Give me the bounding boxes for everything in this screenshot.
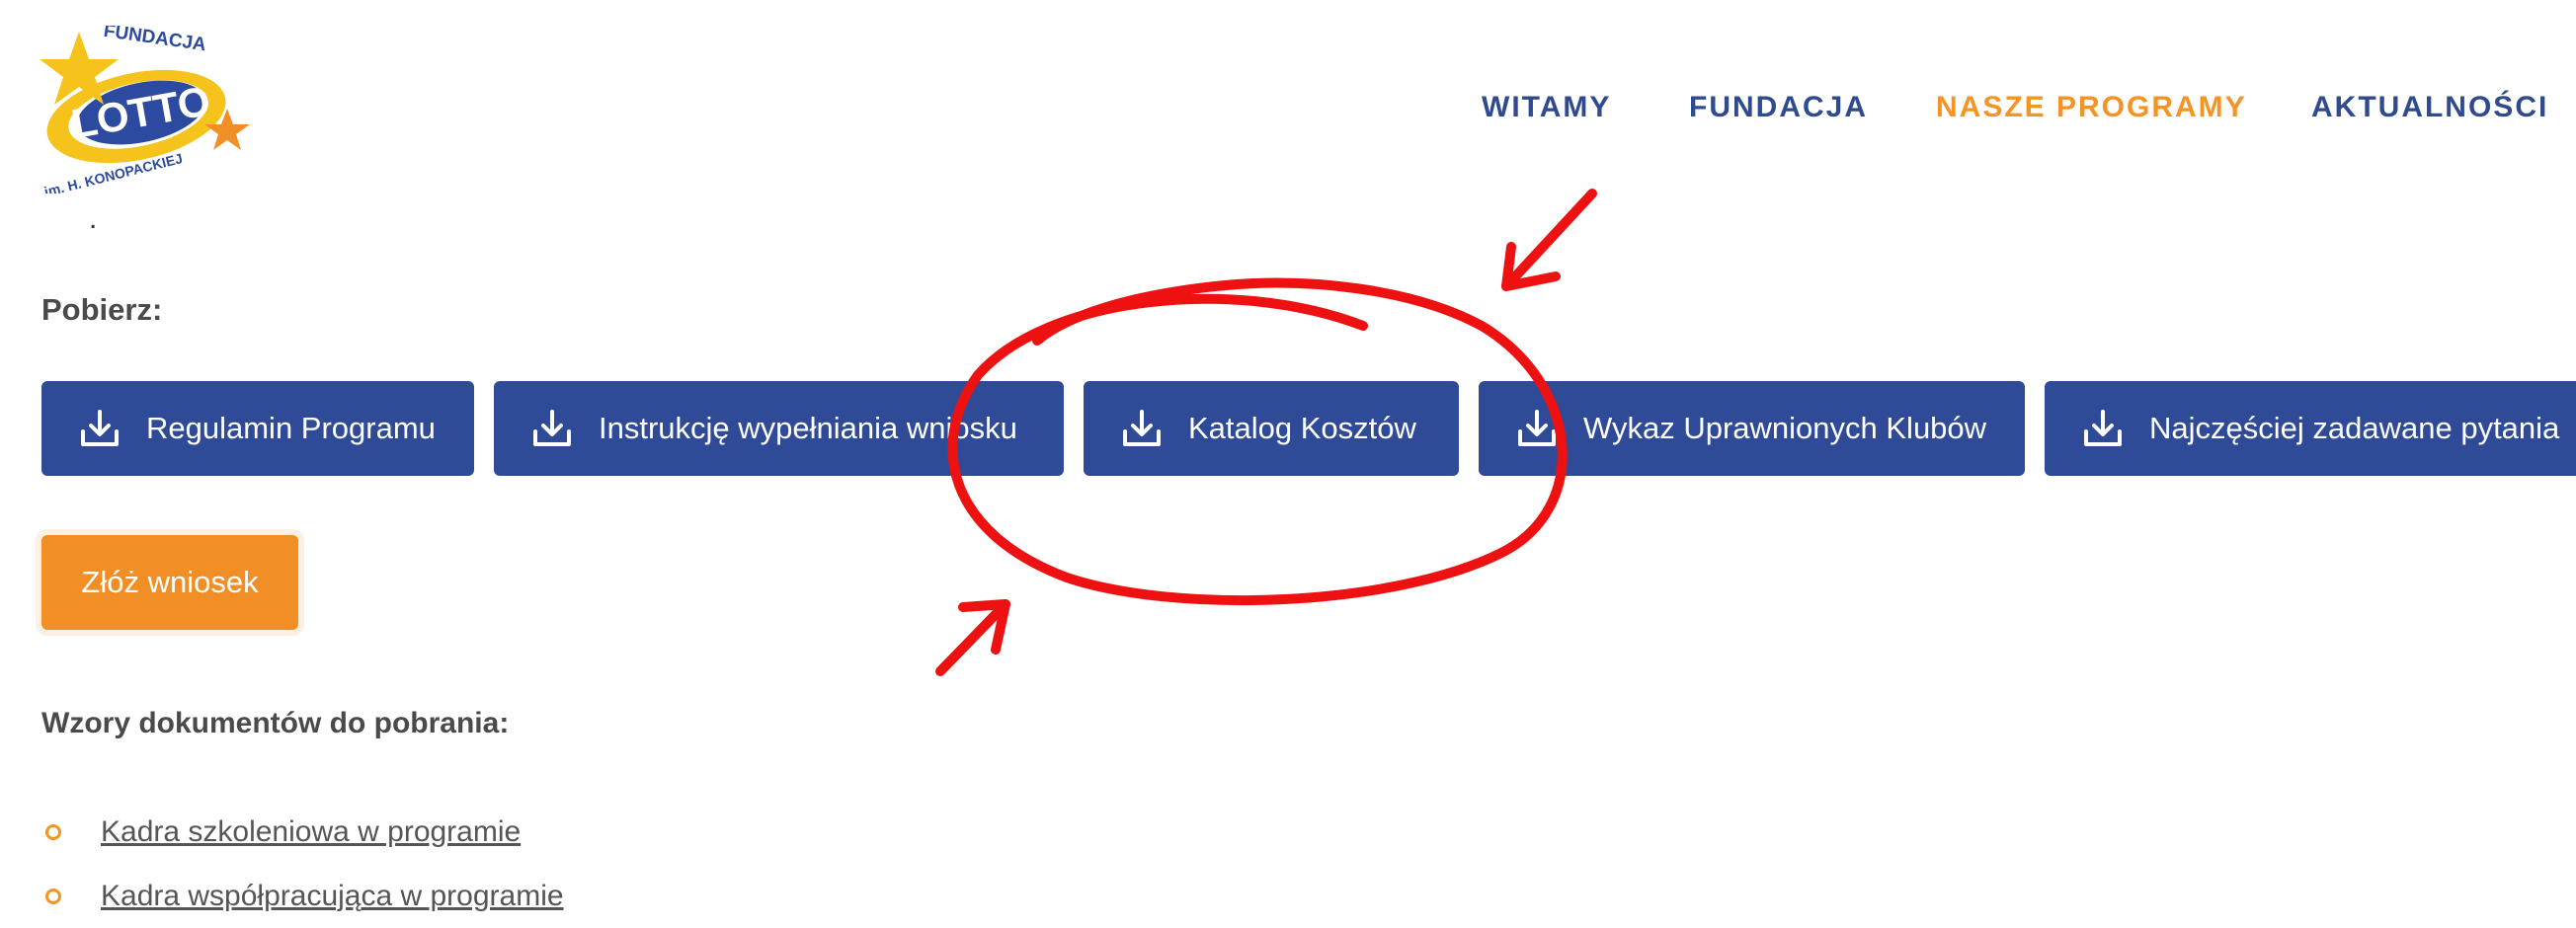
templates-list: Kadra szkoleniowa w programie Kadra wspó…: [41, 800, 564, 928]
download-instrukcja-button[interactable]: Instrukcję wypełniania wniosku: [494, 381, 1064, 476]
circle-bullet-icon: [45, 888, 61, 904]
annotation-arrow-top: [1501, 189, 1597, 291]
download-buttons-row: Regulamin Programu Instrukcję wypełniani…: [0, 381, 2576, 478]
nav-item-nasze-programy[interactable]: NASZE PROGRAMY: [1936, 91, 2247, 124]
download-icon: [1123, 410, 1161, 446]
nav-item-fundacja[interactable]: FUNDACJA: [1689, 91, 1868, 124]
circle-bullet-icon: [45, 823, 61, 840]
download-regulamin-button[interactable]: Regulamin Programu: [41, 381, 474, 476]
nav-item-witamy[interactable]: WITAMY: [1482, 91, 1611, 124]
logo-top-text: FUNDACJA: [103, 26, 208, 55]
main-nav: WITAMY FUNDACJA NASZE PROGRAMY AKTUALNOŚ…: [0, 91, 2576, 130]
template-link-kadra-wspolpracujaca[interactable]: Kadra współpracująca w programie: [101, 880, 564, 913]
template-link-kadra-szkoleniowa[interactable]: Kadra szkoleniowa w programie: [101, 815, 521, 849]
download-faq-button[interactable]: Najczęściej zadawane pytania: [2045, 381, 2576, 476]
submit-application-button[interactable]: Złóż wniosek: [41, 535, 298, 630]
nav-item-aktualnosci[interactable]: AKTUALNOŚCI: [2311, 91, 2548, 124]
download-icon: [533, 410, 571, 446]
annotation-arrow-bottom: [935, 599, 1010, 676]
list-item: Kadra szkoleniowa w programie: [41, 800, 564, 864]
download-button-label: Wykaz Uprawnionych Klubów: [1583, 411, 1987, 445]
list-dot: .: [89, 202, 98, 235]
download-icon: [1518, 410, 1556, 446]
download-button-label: Instrukcję wypełniania wniosku: [599, 411, 1017, 445]
download-button-label: Najczęściej zadawane pytania: [2149, 411, 2560, 445]
download-icon: [2084, 410, 2122, 446]
download-heading: Pobierz:: [41, 292, 163, 327]
download-button-label: Katalog Kosztów: [1188, 411, 1416, 445]
download-icon: [81, 410, 119, 446]
download-katalog-kosztow-button[interactable]: Katalog Kosztów: [1084, 381, 1459, 476]
templates-heading: Wzory dokumentów do pobrania:: [41, 707, 510, 739]
download-button-label: Regulamin Programu: [146, 411, 436, 445]
list-item: Kadra współpracująca w programie: [41, 864, 564, 928]
download-wykaz-klubow-button[interactable]: Wykaz Uprawnionych Klubów: [1479, 381, 2025, 476]
